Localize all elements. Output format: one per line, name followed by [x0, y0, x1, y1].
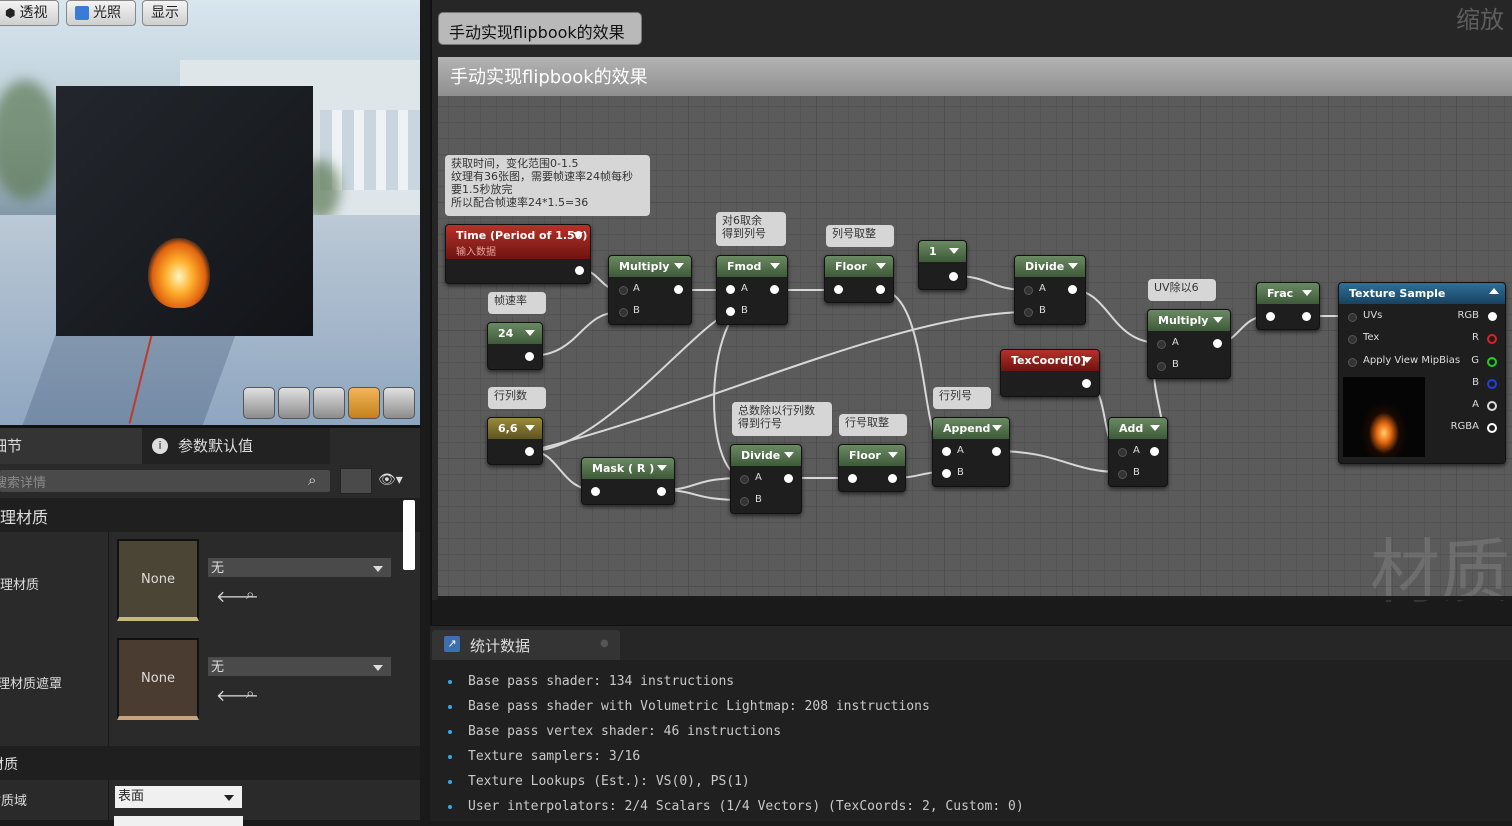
node-subtitle: 输入数据	[456, 247, 496, 258]
stat-line: Base pass vertex shader: 46 instructions	[468, 724, 782, 739]
input-pin-a[interactable]	[619, 286, 628, 295]
stat-line: User interpolators: 2/4 Scalars (1/4 Vec…	[468, 799, 1024, 814]
node-divide-uv[interactable]: Divide A B	[1014, 255, 1086, 325]
node-frac[interactable]: Frac	[1256, 282, 1320, 330]
output-pin[interactable]	[1213, 339, 1222, 348]
rgb-pin[interactable]	[1488, 312, 1497, 321]
input-pin-a[interactable]	[1118, 448, 1127, 457]
stats-icon: ↗	[444, 636, 460, 652]
input-pin-b[interactable]	[726, 307, 735, 316]
node-constant-6-6[interactable]: 6,6	[487, 417, 543, 465]
r-pin[interactable]	[1487, 334, 1497, 344]
stat-line: Base pass shader with Volumetric Lightma…	[468, 699, 930, 714]
close-tab-icon[interactable]: ●	[600, 638, 609, 649]
wire	[529, 311, 621, 357]
node-floor-row[interactable]: Floor	[838, 444, 906, 492]
wire	[529, 311, 731, 452]
output-pin[interactable]	[770, 285, 779, 294]
output-pin[interactable]	[1302, 312, 1311, 321]
comment-row-col[interactable]: 行列数	[488, 387, 546, 409]
output-pin[interactable]	[1068, 285, 1077, 294]
comment-row-div[interactable]: 总数除以行列数 得到行号	[732, 402, 832, 436]
comment-time[interactable]: 获取时间，变化范围0-1.5 纹理有36张图，需要帧速率24帧每秒 要1.5秒放…	[445, 155, 650, 216]
input-pin[interactable]	[591, 487, 600, 496]
input-pin-b[interactable]	[1118, 470, 1127, 479]
tex-pin[interactable]	[1348, 335, 1357, 344]
node-add[interactable]: Add A B	[1108, 417, 1168, 487]
node-texture-sample[interactable]: Texture Sample UVs Tex Apply View MipBia…	[1338, 282, 1506, 464]
stats-panel: ↗ 统计数据 ● Base pass shader: 134 instructi…	[430, 625, 1512, 821]
uvs-pin[interactable]	[1348, 313, 1357, 322]
bullet-icon	[448, 730, 452, 734]
output-pin[interactable]	[657, 487, 666, 496]
comment-col-floor[interactable]: 列号取整	[826, 225, 894, 247]
bullet-icon	[448, 805, 452, 809]
node-constant-24[interactable]: 24	[487, 322, 543, 370]
output-pin[interactable]	[525, 352, 534, 361]
output-pin[interactable]	[525, 447, 534, 456]
mipbias-pin[interactable]	[1348, 358, 1357, 367]
node-constant-1[interactable]: 1	[918, 240, 967, 290]
input-pin-b[interactable]	[1024, 308, 1033, 317]
node-divide-row[interactable]: Divide A B	[730, 444, 802, 514]
input-pin[interactable]	[1266, 312, 1275, 321]
input-pin-b[interactable]	[942, 469, 951, 478]
tab-stats[interactable]: ↗ 统计数据 ●	[432, 630, 620, 660]
node-title: Time (Period of 1.50)	[456, 229, 588, 242]
node-multiply[interactable]: Multiply A B	[608, 255, 692, 325]
input-pin[interactable]	[834, 285, 843, 294]
output-pin[interactable]	[674, 285, 683, 294]
input-pin-a[interactable]	[1157, 340, 1166, 349]
node-multiply-uv[interactable]: Multiply A B	[1147, 309, 1231, 379]
input-pin-b[interactable]	[619, 308, 628, 317]
node-texcoord[interactable]: TexCoord[0]	[1000, 349, 1100, 397]
node-mask-r[interactable]: Mask ( R )	[581, 457, 675, 505]
collapse-icon[interactable]	[1489, 288, 1499, 294]
stat-line: Base pass shader: 134 instructions	[468, 674, 735, 689]
comment-uv-div[interactable]: UV除以6	[1148, 279, 1216, 301]
node-floor-col[interactable]: Floor	[824, 255, 894, 303]
bullet-icon	[448, 705, 452, 709]
rgba-pin[interactable]	[1487, 423, 1497, 433]
input-pin-a[interactable]	[1024, 286, 1033, 295]
node-append[interactable]: Append A B	[932, 417, 1010, 487]
output-pin[interactable]	[1082, 379, 1091, 388]
stats-list: Base pass shader: 134 instructions Base …	[430, 660, 1512, 821]
comment-frame-rate[interactable]: 帧速率	[488, 292, 546, 314]
stat-line: Texture samplers: 3/16	[468, 749, 641, 764]
input-pin-a[interactable]	[740, 475, 749, 484]
output-pin[interactable]	[888, 474, 897, 483]
g-pin[interactable]	[1487, 357, 1497, 367]
output-pin[interactable]	[949, 272, 958, 281]
comment-fmod[interactable]: 对6取余 得到列号	[716, 212, 786, 246]
output-pin[interactable]	[784, 474, 793, 483]
b-pin[interactable]	[1487, 379, 1497, 389]
bullet-icon	[448, 680, 452, 684]
input-pin-b[interactable]	[740, 497, 749, 506]
bullet-icon	[448, 780, 452, 784]
comment-row-col-num[interactable]: 行列号	[933, 387, 991, 409]
output-pin[interactable]	[992, 447, 1001, 456]
tab-stats-label: 统计数据	[470, 637, 531, 655]
node-time[interactable]: Time (Period of 1.50) 输入数据	[445, 224, 591, 284]
bullet-icon	[448, 755, 452, 759]
output-pin[interactable]	[876, 285, 885, 294]
input-pin-a[interactable]	[942, 447, 951, 456]
wire	[994, 450, 1121, 473]
comment-row-floor[interactable]: 行号取整	[839, 414, 907, 436]
output-pin[interactable]	[1150, 447, 1159, 456]
stat-line: Texture Lookups (Est.): VS(0), PS(1)	[468, 774, 750, 789]
texture-thumbnail	[1343, 377, 1425, 457]
input-pin[interactable]	[848, 474, 857, 483]
output-pin[interactable]	[575, 266, 584, 275]
input-pin-a[interactable]	[726, 285, 735, 294]
input-pin-b[interactable]	[1157, 362, 1166, 371]
node-fmod[interactable]: Fmod A B	[716, 255, 788, 325]
a-pin[interactable]	[1487, 401, 1497, 411]
